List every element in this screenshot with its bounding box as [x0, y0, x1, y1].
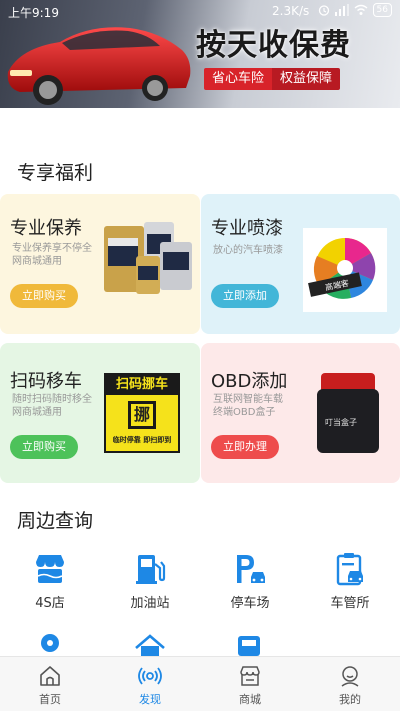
profile-icon: [341, 666, 359, 687]
banner-tag-right: 权益保障: [272, 68, 341, 90]
card-title: 扫码移车: [10, 371, 82, 392]
partial-row-icon[interactable]: [33, 634, 67, 656]
tab-profile[interactable]: 我的: [300, 657, 400, 711]
nearby-label: 车管所: [330, 596, 370, 611]
card-maintenance[interactable]: 专业保养 专业保养享不停全网商城通用 立即购买: [0, 194, 200, 334]
nearby-item-parking[interactable]: 停车场: [200, 552, 300, 611]
buy-now-button[interactable]: 立即购买: [10, 435, 78, 459]
status-icons: 56: [318, 3, 392, 17]
obd-box-image: 叮当盒子: [317, 373, 379, 453]
gas-station-icon: [136, 555, 166, 584]
tab-store[interactable]: 商城: [200, 657, 300, 711]
scan-sign-image: 扫码挪车 挪 临时停靠 即扫即到: [104, 373, 180, 453]
red-car-image: [7, 27, 191, 105]
card-desc: 随时扫码随时移全网商城通用: [12, 394, 92, 418]
banner-headline: 按天收保费: [196, 28, 351, 63]
buy-now-button[interactable]: 立即购买: [10, 284, 78, 308]
motor-oil-image: [104, 222, 192, 294]
card-title: 专业保养: [10, 218, 82, 239]
wifi-icon: [354, 4, 367, 15]
card-desc: 互联网智能车载终端OBD盒子: [213, 394, 283, 418]
nearby-item-gas-station[interactable]: 加油站: [100, 552, 200, 611]
parking-icon: [237, 555, 265, 583]
tab-discover[interactable]: 发现: [100, 657, 200, 711]
bottom-tab-bar: 首页 发现 商城 我的: [0, 656, 400, 711]
battery-icon: 56: [372, 3, 392, 17]
signal-icon: [334, 4, 349, 16]
store-icon: [240, 666, 260, 686]
apply-now-button[interactable]: 立即办理: [211, 435, 279, 459]
nearby-title: 周边查询: [17, 510, 94, 532]
vehicle-office-icon: [336, 553, 363, 586]
benefits-title: 专享福利: [17, 162, 94, 184]
card-painting[interactable]: 专业喷漆 放心的汽车喷漆 立即添加 高端客: [201, 194, 400, 334]
partial-row-icon[interactable]: [133, 634, 167, 656]
banner-tags: 省心车险 权益保障: [204, 68, 367, 90]
card-title: 专业喷漆: [211, 218, 283, 239]
tab-home[interactable]: 首页: [0, 657, 100, 711]
tab-label: 首页: [39, 693, 61, 706]
card-desc: 放心的汽车喷漆: [213, 245, 283, 256]
discover-icon: [138, 667, 162, 685]
brand-label: 叮当盒子: [325, 418, 357, 427]
alarm-icon: [318, 5, 329, 16]
home-icon: [40, 666, 60, 686]
status-bar: 上午9:19 2.3K/s 56: [0, 0, 400, 24]
color-wheel-image: 高端客: [303, 228, 387, 312]
nearby-label: 4S店: [35, 596, 65, 611]
tab-label: 我的: [339, 693, 361, 706]
add-now-button[interactable]: 立即添加: [211, 284, 279, 308]
card-desc: 专业保养享不停全网商城通用: [12, 243, 92, 267]
sign-bottom: 临时停靠 即扫即到: [112, 436, 172, 444]
card-title: OBD添加: [211, 371, 288, 392]
sign-title: 扫码挪车: [106, 375, 178, 395]
card-scan-move[interactable]: 扫码移车 随时扫码随时移全网商城通用 立即购买 扫码挪车 挪 临时停靠 即扫即到: [0, 343, 200, 483]
network-speed: 2.3K/s: [272, 4, 310, 18]
nearby-item-4s-shop[interactable]: 4S店: [0, 552, 100, 611]
partial-row-icon[interactable]: [233, 634, 267, 656]
tab-label: 商城: [239, 693, 261, 706]
nearby-item-vehicle-office[interactable]: 车管所: [300, 552, 400, 611]
sign-char: 挪: [128, 401, 156, 429]
tab-label: 发现: [139, 693, 161, 706]
shop-icon: [36, 555, 64, 583]
nearby-label: 停车场: [230, 596, 270, 611]
nearby-label: 加油站: [130, 596, 170, 611]
banner-tag-left: 省心车险: [204, 68, 273, 90]
status-time: 上午9:19: [8, 6, 59, 20]
card-obd[interactable]: OBD添加 互联网智能车载终端OBD盒子 立即办理 叮当盒子: [201, 343, 400, 483]
